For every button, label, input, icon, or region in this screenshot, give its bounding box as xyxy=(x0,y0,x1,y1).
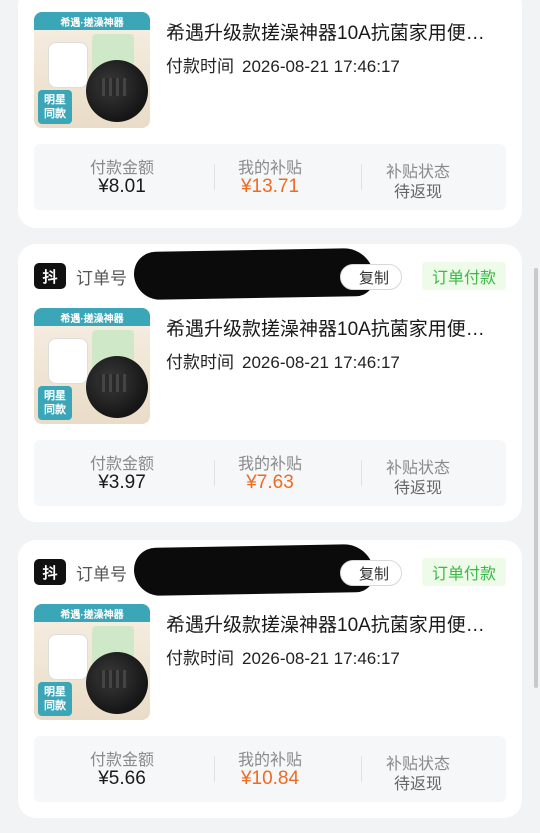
thumb-tag: 明星同款 xyxy=(38,682,72,716)
subsidy-stat: 我的补贴 ¥10.84 xyxy=(196,736,344,802)
thumb-tag: 明星同款 xyxy=(38,386,72,420)
order-number-redacted xyxy=(133,543,375,597)
thumb-banner: 希遇·搓澡神器 xyxy=(34,12,150,30)
pay-time: 付款时间 2026-08-21 17:46:17 xyxy=(166,52,400,77)
order-header: 抖 订单号 复制 订单付款 xyxy=(34,247,506,301)
thumb-figure xyxy=(48,634,88,680)
product-row[interactable]: 希遇·搓澡神器 明星同款 希遇升级款搓澡神器10A抗菌家用便… 付款时间 2026… xyxy=(34,604,504,724)
order-number-label: 订单号 xyxy=(76,268,127,288)
order-status-tag: 订单付款 xyxy=(421,558,506,586)
subsidy-stats: 付款金额 ¥3.97 我的补贴 ¥7.63 补贴状态 待返现 xyxy=(34,440,506,506)
product-row[interactable]: 希遇·搓澡神器 明星同款 希遇升级款搓澡神器10A抗菌家用便… 付款时间 2026… xyxy=(34,12,504,132)
thumb-banner: 希遇·搓澡神器 xyxy=(34,604,150,622)
product-title[interactable]: 希遇升级款搓澡神器10A抗菌家用便… xyxy=(166,610,506,637)
amount-value: ¥8.01 xyxy=(98,176,146,197)
amount-stat: 付款金额 ¥5.66 xyxy=(48,736,196,802)
product-row[interactable]: 希遇·搓澡神器 明星同款 希遇升级款搓澡神器10A抗菌家用便… 付款时间 2026… xyxy=(34,308,504,428)
thumb-tag: 明星同款 xyxy=(38,90,72,124)
copy-button[interactable]: 复制 xyxy=(339,560,402,586)
subsidy-status-value: 待返现 xyxy=(393,480,442,497)
amount-stat: 付款金额 ¥3.97 xyxy=(48,440,196,506)
pay-time: 付款时间 2026-08-21 17:46:17 xyxy=(166,644,400,669)
thumb-banner: 希遇·搓澡神器 xyxy=(34,308,150,326)
subsidy-stats: 付款金额 ¥5.66 我的补贴 ¥10.84 补贴状态 待返现 xyxy=(34,736,506,802)
pay-time-label: 付款时间 xyxy=(166,57,234,76)
order-status-tag: 订单付款 xyxy=(421,262,506,290)
subsidy-label: 我的补贴 xyxy=(237,456,302,473)
product-thumbnail[interactable]: 希遇·搓澡神器 明星同款 xyxy=(34,12,150,128)
product-thumbnail[interactable]: 希遇·搓澡神器 明星同款 xyxy=(34,604,150,720)
subsidy-status-stat: 补贴状态 待返现 xyxy=(344,440,492,506)
pay-time: 付款时间 2026-08-21 17:46:17 xyxy=(166,348,400,373)
amount-label: 付款金额 xyxy=(89,752,154,769)
scrollbar[interactable] xyxy=(534,268,538,688)
bath-brush-image xyxy=(86,60,148,122)
subsidy-stat: 我的补贴 ¥7.63 xyxy=(196,440,344,506)
subsidy-label: 我的补贴 xyxy=(237,752,302,769)
subsidy-value: ¥7.63 xyxy=(246,472,294,493)
order-card: 抖 订单号 复制 订单付款 希遇·搓澡神器 明星同款 希遇升级款搓澡神器10A抗… xyxy=(18,540,522,818)
order-number-label: 订单号 xyxy=(76,564,127,584)
bath-brush-image xyxy=(86,652,148,714)
amount-label: 付款金额 xyxy=(89,456,154,473)
thumb-figure xyxy=(48,42,88,88)
subsidy-stats: 付款金额 ¥8.01 我的补贴 ¥13.71 补贴状态 待返现 xyxy=(34,144,506,210)
pay-time-label: 付款时间 xyxy=(166,353,234,372)
order-header: 抖 订单号 复制 订单付款 xyxy=(34,543,506,597)
subsidy-label: 我的补贴 xyxy=(237,160,302,177)
subsidy-status-value: 待返现 xyxy=(393,184,442,201)
douyin-badge-icon: 抖 xyxy=(34,559,66,585)
amount-value: ¥3.97 xyxy=(98,472,146,493)
copy-button[interactable]: 复制 xyxy=(339,264,402,290)
pay-time-label: 付款时间 xyxy=(166,649,234,668)
amount-stat: 付款金额 ¥8.01 xyxy=(48,144,196,210)
thumb-figure xyxy=(48,338,88,384)
subsidy-value: ¥10.84 xyxy=(240,768,300,789)
subsidy-status-stat: 补贴状态 待返现 xyxy=(344,736,492,802)
product-title[interactable]: 希遇升级款搓澡神器10A抗菌家用便… xyxy=(166,314,506,341)
pay-time-value: 2026-08-21 17:46:17 xyxy=(242,57,400,76)
order-card: 希遇·搓澡神器 明星同款 希遇升级款搓澡神器10A抗菌家用便… 付款时间 2026… xyxy=(18,0,522,228)
order-number-redacted xyxy=(133,247,375,301)
order-card: 抖 订单号 复制 订单付款 希遇·搓澡神器 明星同款 希遇升级款搓澡神器10A抗… xyxy=(18,244,522,522)
pay-time-value: 2026-08-21 17:46:17 xyxy=(242,649,400,668)
pay-time-value: 2026-08-21 17:46:17 xyxy=(242,353,400,372)
amount-value: ¥5.66 xyxy=(98,768,146,789)
product-thumbnail[interactable]: 希遇·搓澡神器 明星同款 xyxy=(34,308,150,424)
subsidy-value: ¥13.71 xyxy=(240,176,300,197)
bath-brush-image xyxy=(86,356,148,418)
subsidy-status-value: 待返现 xyxy=(393,776,442,793)
amount-label: 付款金额 xyxy=(89,160,154,177)
douyin-badge-icon: 抖 xyxy=(34,263,66,289)
subsidy-status-stat: 补贴状态 待返现 xyxy=(344,144,492,210)
product-title[interactable]: 希遇升级款搓澡神器10A抗菌家用便… xyxy=(166,18,506,45)
subsidy-stat: 我的补贴 ¥13.71 xyxy=(196,144,344,210)
